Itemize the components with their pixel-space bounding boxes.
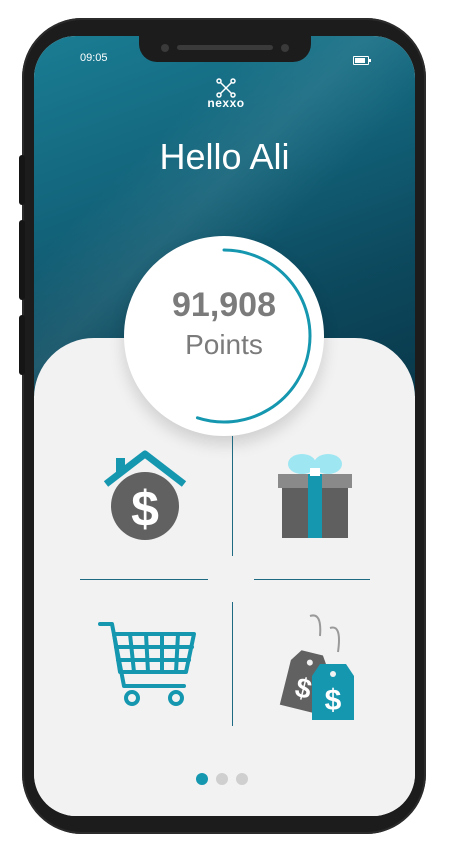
phone-side-button bbox=[19, 315, 25, 375]
greeting-title: Hello Ali bbox=[159, 136, 290, 177]
shopping-cart-icon bbox=[98, 622, 196, 706]
tile-gift[interactable] bbox=[260, 446, 370, 556]
tile-shopping[interactable] bbox=[94, 616, 204, 726]
points-value: 91,908 bbox=[172, 286, 276, 324]
network-logo-icon bbox=[216, 78, 236, 98]
page-dot-active[interactable] bbox=[196, 773, 208, 785]
points-badge[interactable]: 91,908 Points bbox=[124, 236, 324, 436]
status-time: 09:05 bbox=[80, 52, 108, 64]
tile-home-finance[interactable]: $ bbox=[90, 446, 200, 556]
tile-price-tags[interactable]: $ $ bbox=[270, 612, 380, 722]
sensor bbox=[281, 44, 289, 52]
grid-divider bbox=[232, 436, 233, 556]
page-dot[interactable] bbox=[216, 773, 228, 785]
grid-divider bbox=[232, 602, 233, 726]
page-dot[interactable] bbox=[236, 773, 248, 785]
svg-text:$: $ bbox=[325, 684, 342, 717]
earpiece bbox=[177, 45, 273, 50]
svg-text:$: $ bbox=[131, 481, 159, 537]
grid-divider bbox=[80, 579, 208, 580]
price-tag-dollar-icon: $ $ bbox=[279, 614, 354, 720]
gift-box-icon bbox=[278, 454, 352, 538]
grid-divider bbox=[254, 579, 370, 580]
points-label: Points bbox=[185, 329, 263, 360]
phone-notch bbox=[139, 36, 311, 62]
app-logo: nexxo bbox=[196, 78, 256, 114]
app-screen: 09:05 nexxo Hello Ali 91,908 Points $ $ … bbox=[34, 36, 415, 816]
page-indicator[interactable] bbox=[196, 773, 256, 787]
house-dollar-icon: $ bbox=[103, 450, 187, 540]
phone-side-button bbox=[19, 155, 25, 205]
front-camera bbox=[161, 44, 169, 52]
battery-icon bbox=[353, 56, 371, 65]
phone-side-button bbox=[19, 220, 25, 300]
logo-text: nexxo bbox=[207, 96, 245, 110]
